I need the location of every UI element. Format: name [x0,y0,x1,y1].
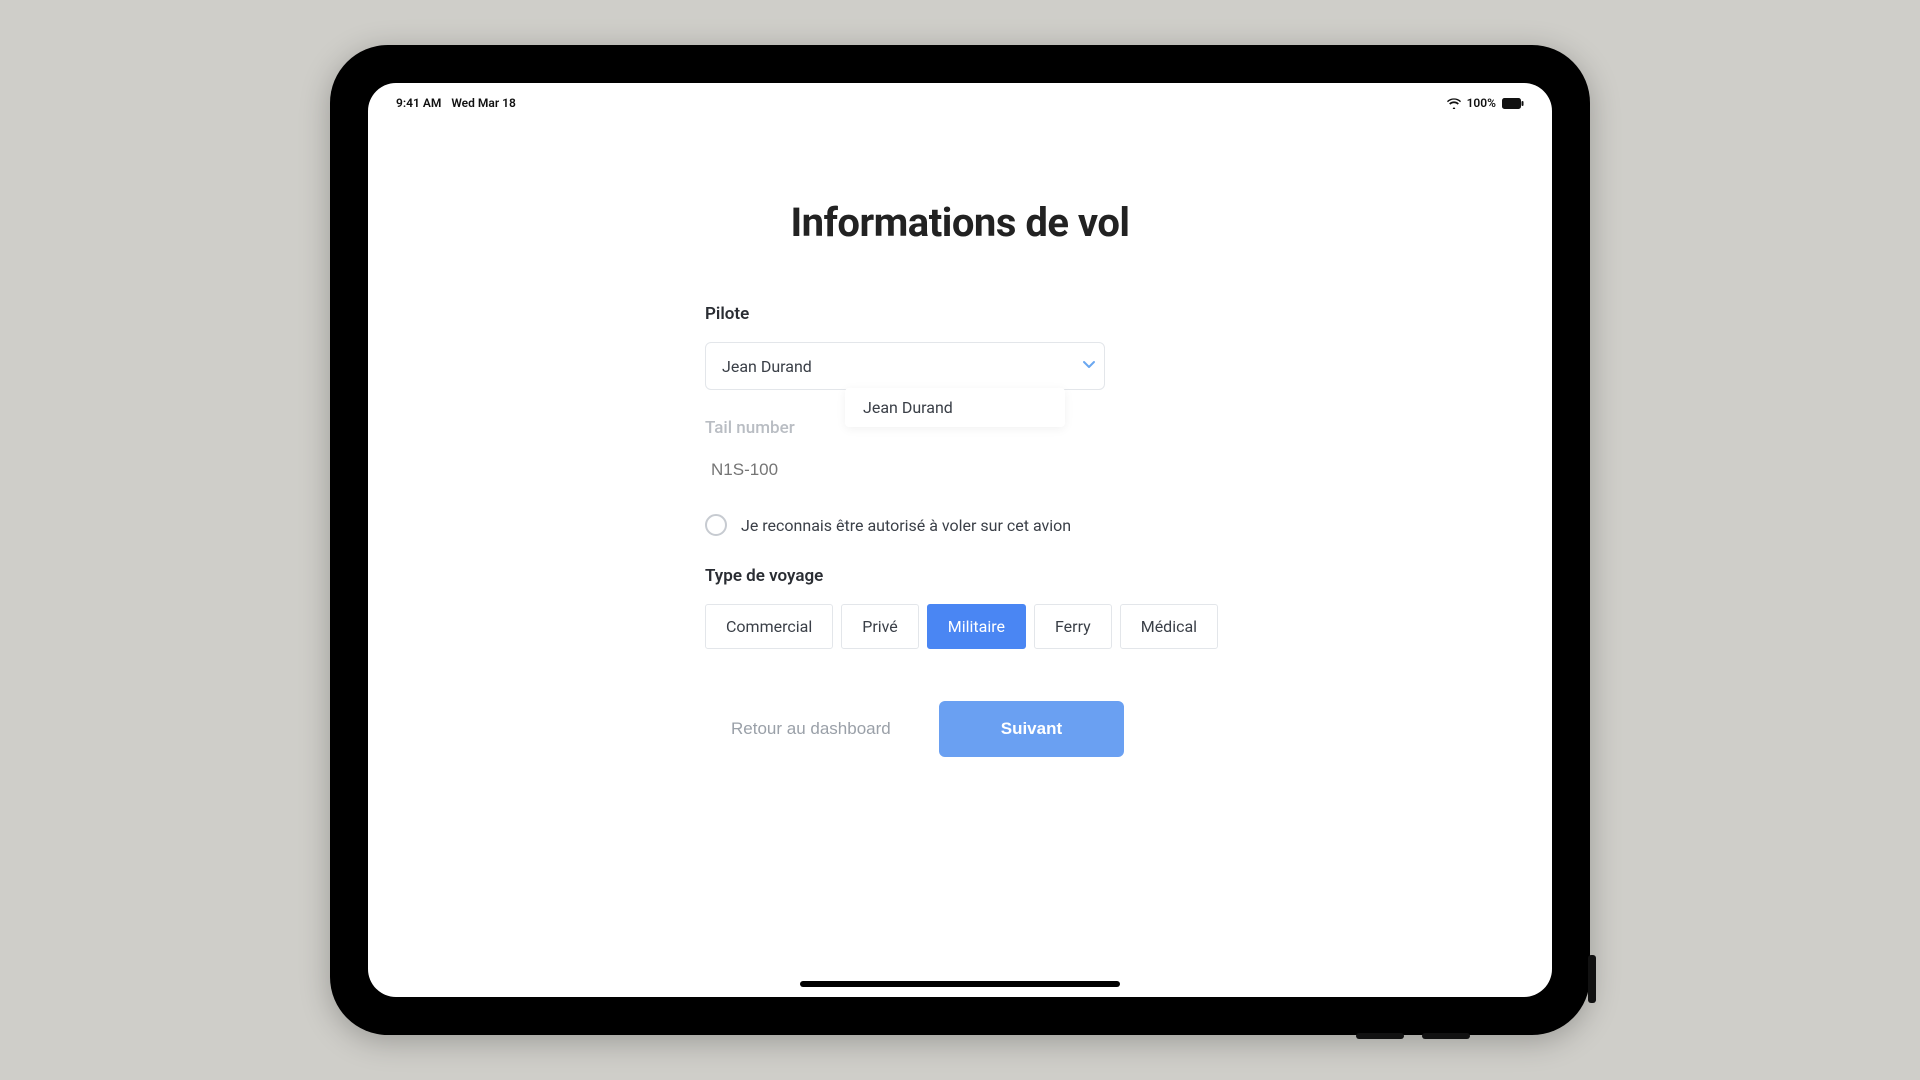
flight-form: Pilote Jean Durand Jean Durand Tail numb… [705,304,1215,757]
battery-icon [1502,98,1524,109]
segment-ferry[interactable]: Ferry [1034,604,1112,649]
trip-type-segmented: Commercial Privé Militaire Ferry Médical [705,604,1215,649]
status-bar: 9:41 AM Wed Mar 18 100% [368,83,1552,123]
segment-medical[interactable]: Médical [1120,604,1218,649]
page-title: Informations de vol [790,199,1129,246]
authorization-radio[interactable] [705,514,727,536]
back-to-dashboard-button[interactable]: Retour au dashboard [723,705,899,753]
status-time: 9:41 AM [396,96,441,110]
pilot-selected-value: Jean Durand [722,357,812,376]
segment-militaire[interactable]: Militaire [927,604,1026,649]
trip-type-label: Type de voyage [705,566,1215,586]
tail-number-input[interactable] [705,456,925,484]
wifi-icon [1447,98,1461,109]
segment-commercial[interactable]: Commercial [705,604,833,649]
pilot-option-label: Jean Durand [863,398,953,417]
segment-prive[interactable]: Privé [841,604,919,649]
tablet-frame: 9:41 AM Wed Mar 18 100% Informations de … [330,45,1590,1035]
status-battery-pct: 100% [1467,96,1496,110]
pilot-label: Pilote [705,304,1215,324]
next-button[interactable]: Suivant [939,701,1124,757]
device-bottom-ports [1356,1033,1470,1039]
device-side-button [1588,955,1596,1003]
screen: 9:41 AM Wed Mar 18 100% Informations de … [368,83,1552,997]
pilot-select[interactable]: Jean Durand Jean Durand [705,342,1215,390]
authorization-label: Je reconnais être autorisé à voler sur c… [741,516,1071,535]
pilot-dropdown-option[interactable]: Jean Durand [845,388,1065,427]
home-indicator[interactable] [800,981,1120,987]
status-date: Wed Mar 18 [451,96,516,110]
content: Informations de vol Pilote Jean Durand J… [368,153,1552,997]
chevron-down-icon [1081,356,1097,376]
